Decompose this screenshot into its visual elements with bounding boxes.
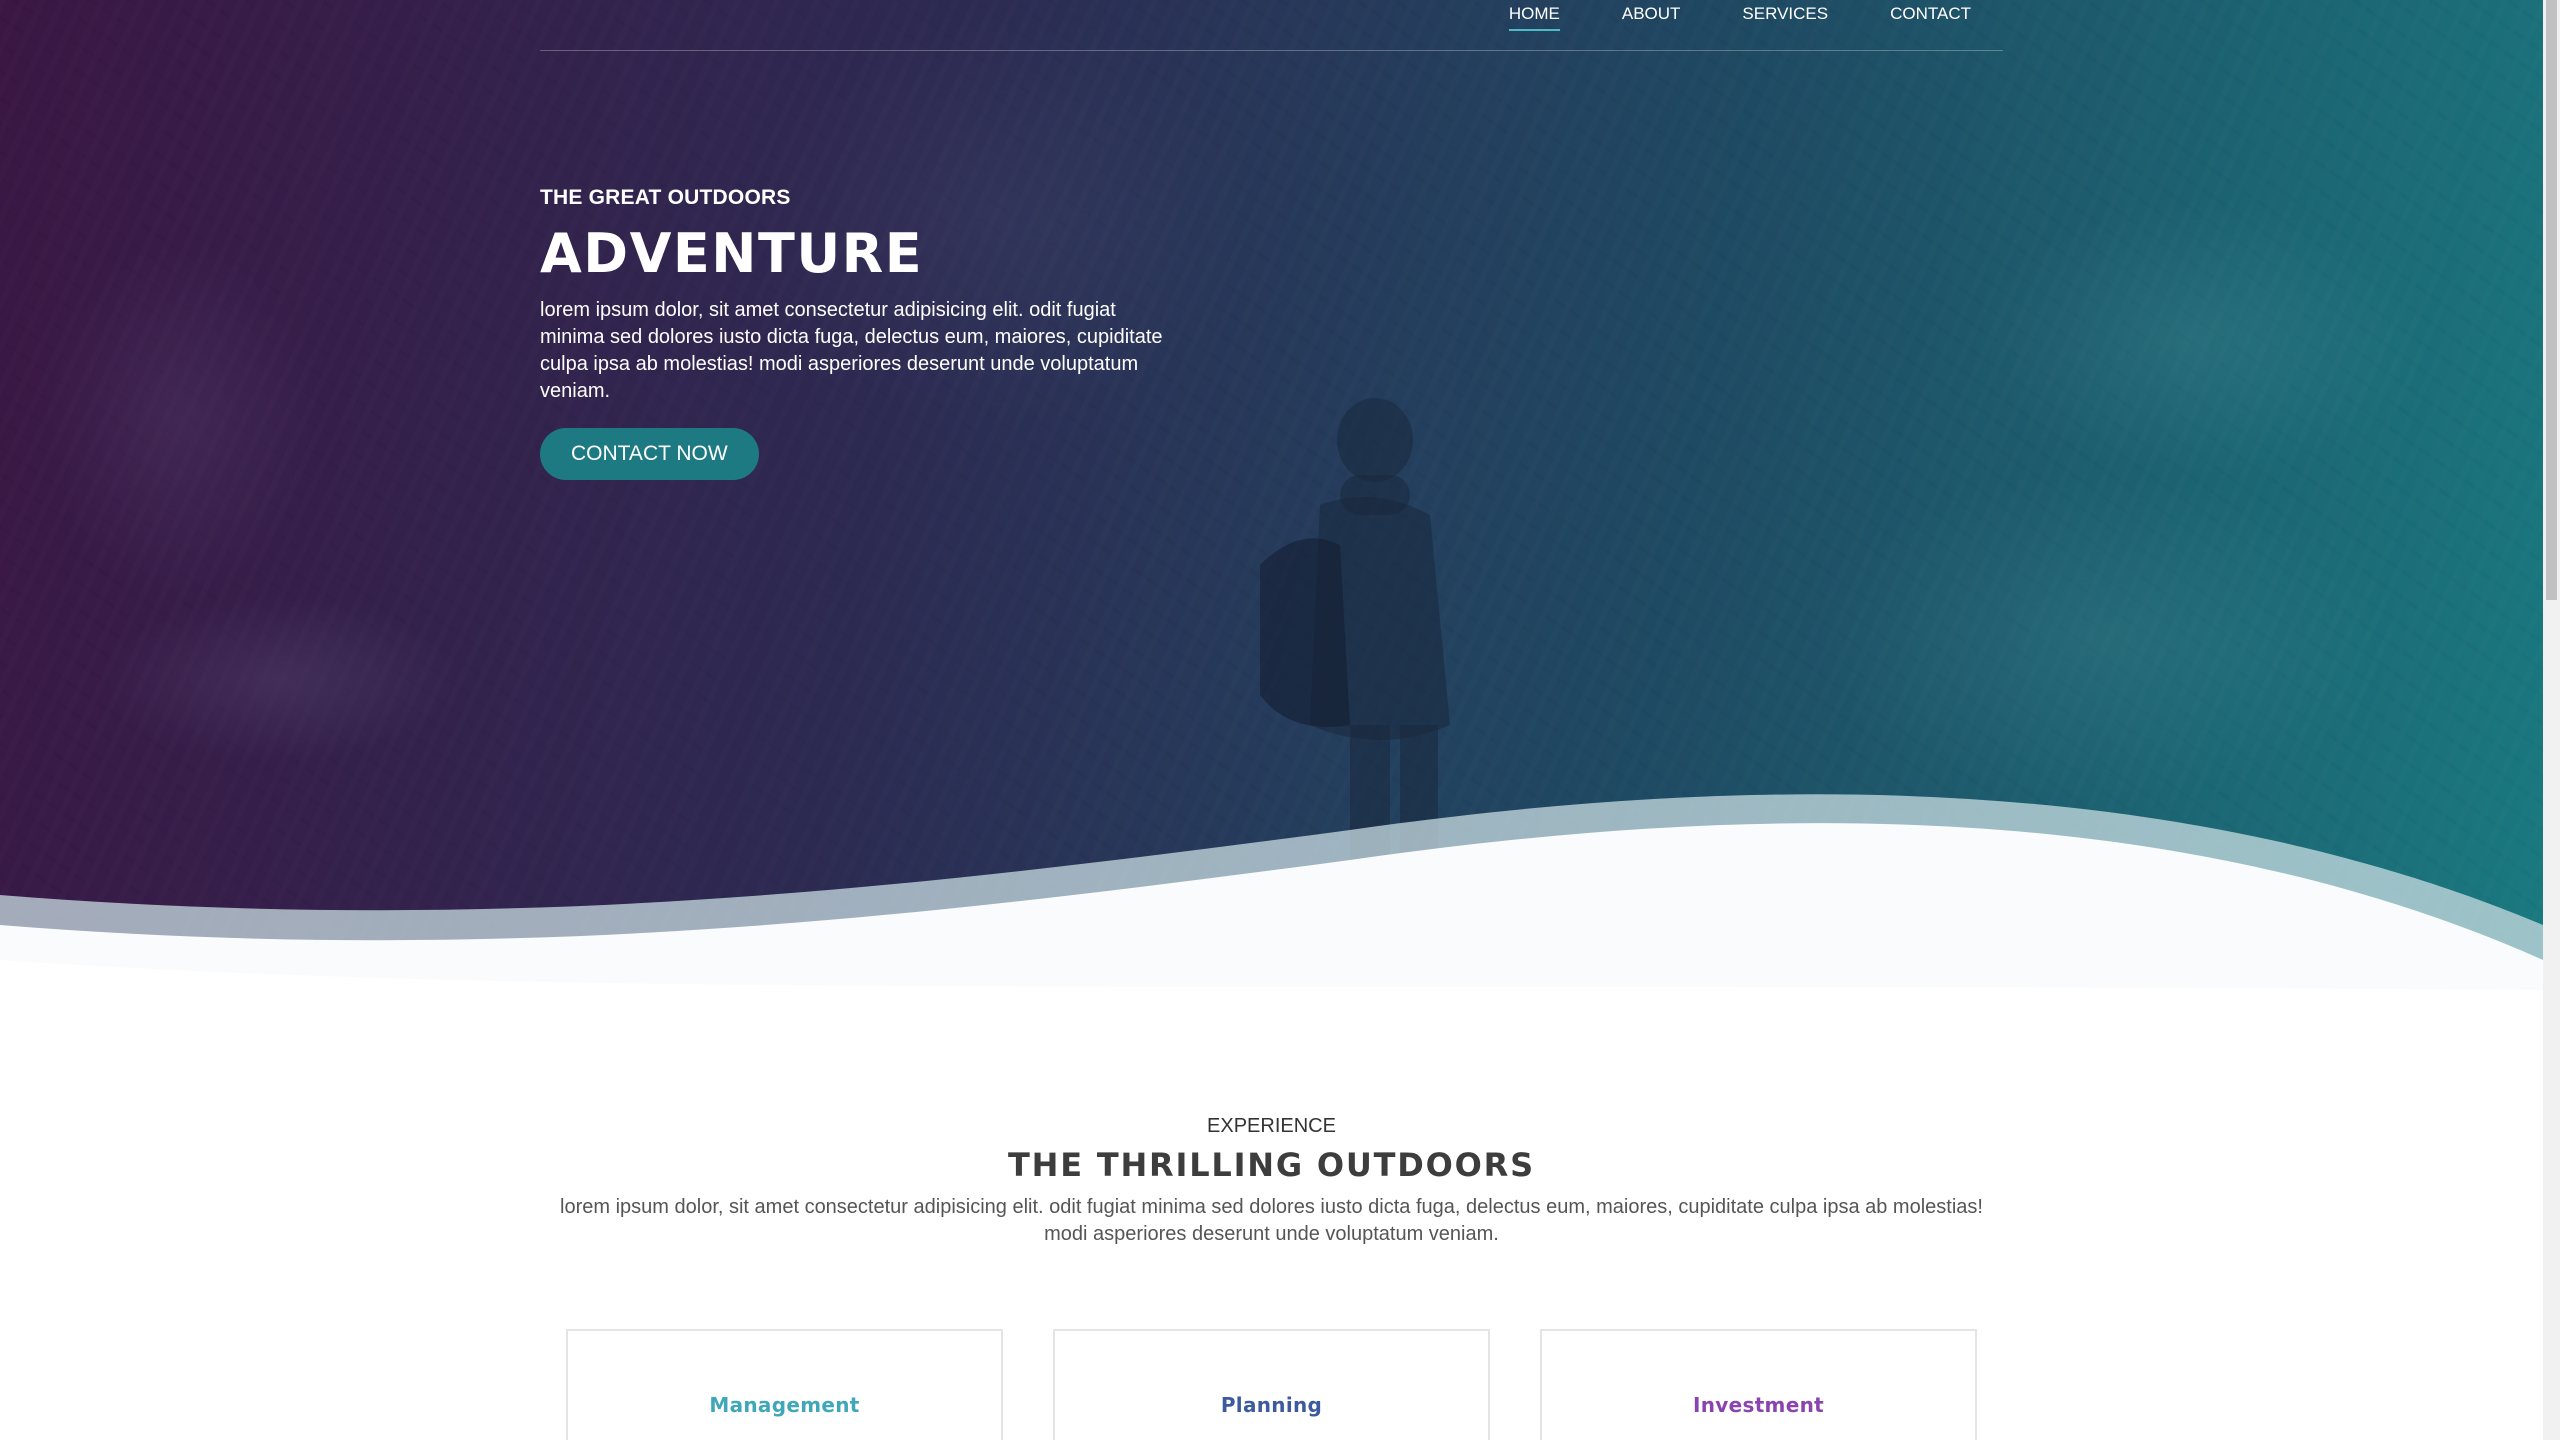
card-management[interactable]: Management bbox=[566, 1329, 1003, 1440]
hero-content: THE GREAT OUTDOORS ADVENTURE lorem ipsum… bbox=[540, 186, 1180, 481]
hero-wave-divider bbox=[0, 794, 2543, 1040]
nav-link-about[interactable]: ABOUT bbox=[1622, 0, 1681, 32]
scrollbar-thumb[interactable] bbox=[2546, 0, 2557, 600]
hero-description: lorem ipsum dolor, sit amet consectetur … bbox=[540, 299, 1163, 403]
card-title-management: Management bbox=[709, 1393, 860, 1417]
page-scrollbar[interactable] bbox=[2543, 0, 2560, 1440]
experience-section: EXPERIENCE THE THRILLING OUTDOORS lorem … bbox=[0, 1115, 2543, 1248]
experience-title: THE THRILLING OUTDOORS bbox=[1008, 1146, 1535, 1184]
hero-section bbox=[0, 0, 2543, 1040]
nav-link-services[interactable]: SERVICES bbox=[1742, 0, 1828, 32]
experience-eyebrow: EXPERIENCE bbox=[1207, 1115, 1336, 1137]
card-title-planning: Planning bbox=[1220, 1393, 1323, 1417]
nav-link-home[interactable]: HOME bbox=[1508, 0, 1560, 32]
nav-link-contact[interactable]: CONTACT bbox=[1890, 0, 1971, 32]
card-title-investment: Investment bbox=[1693, 1393, 1824, 1417]
hero-title: ADVENTURE bbox=[540, 222, 924, 285]
nav-links: HOME ABOUT SERVICES CONTACT bbox=[1508, 0, 1971, 32]
card-planning[interactable]: Planning bbox=[1053, 1329, 1490, 1440]
hero-eyebrow: THE GREAT OUTDOORS bbox=[540, 186, 791, 209]
contact-now-button[interactable]: CONTACT NOW bbox=[540, 428, 759, 481]
card-investment[interactable]: Investment bbox=[1540, 1329, 1977, 1440]
top-navigation: HOME ABOUT SERVICES CONTACT bbox=[540, 0, 2003, 51]
experience-description: lorem ipsum dolor, sit amet consectetur … bbox=[560, 1196, 1983, 1245]
